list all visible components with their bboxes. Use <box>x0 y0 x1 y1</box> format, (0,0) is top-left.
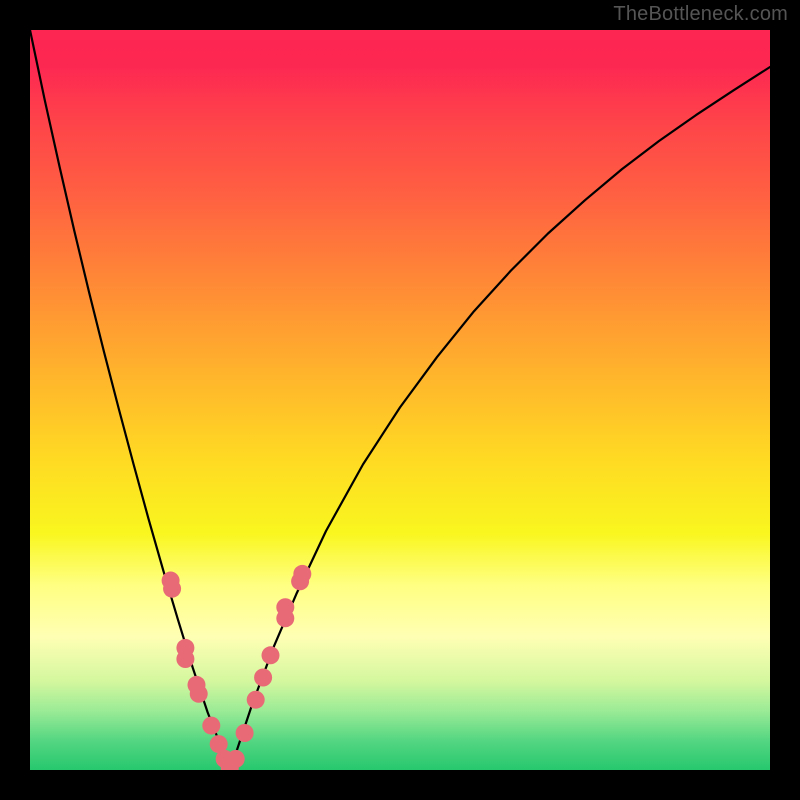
bottleneck-curve <box>30 30 770 770</box>
marker-point <box>227 750 245 768</box>
marker-point <box>254 669 272 687</box>
marker-point <box>236 724 254 742</box>
marker-point <box>276 598 294 616</box>
chart-frame: TheBottleneck.com <box>0 0 800 800</box>
marker-point <box>190 685 208 703</box>
marker-point <box>293 565 311 583</box>
marker-point <box>262 646 280 664</box>
marker-point <box>202 717 220 735</box>
marker-point <box>247 691 265 709</box>
marker-point <box>163 580 181 598</box>
watermark-text: TheBottleneck.com <box>613 3 788 26</box>
marker-point <box>176 650 194 668</box>
marker-group <box>162 565 312 770</box>
chart-svg <box>30 30 770 770</box>
